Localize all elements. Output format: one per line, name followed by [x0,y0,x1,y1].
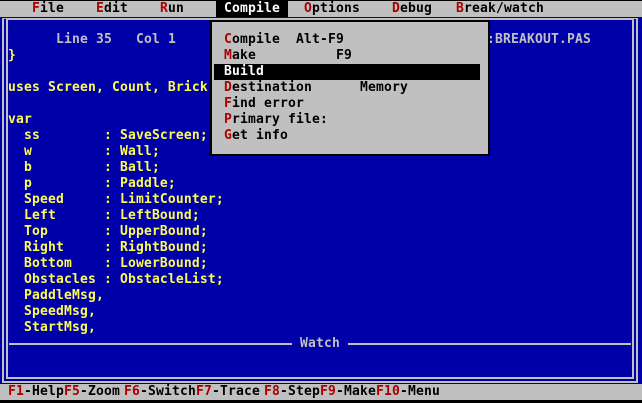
hotkey-letter: B [456,1,464,16]
code-line: Top : UpperBound; [8,224,208,240]
hotkey-letter: O [304,1,312,16]
menu-item-label: Primary file: [224,112,328,127]
separator-line-left [9,343,292,345]
menu-run[interactable]: Run [160,1,184,17]
menu-file[interactable]: File [32,1,64,17]
fkey-action: -Make [336,384,376,399]
menu-item-get-info[interactable]: Get info [212,128,488,144]
turbo-pascal-ide-screen: Line 35 Col 1 :BREAKOUT.PAS }uses Screen… [0,0,642,403]
code-line: p : Paddle; [8,176,176,192]
fkey-key: F5 [64,384,80,399]
code-line: Speed : LimitCounter; [8,192,224,208]
hotkey-letter: B [224,64,232,79]
fkey-action: -Menu [400,384,440,399]
code-line: b : Ball; [8,160,160,176]
code-line: Left : LeftBound; [8,208,200,224]
menu-debug[interactable]: Debug [392,1,432,17]
hotkey-letter: D [392,1,400,16]
menu-item-label: Find error [224,96,304,111]
hotkey-letter: E [96,1,104,16]
fkey-key: F1 [8,384,24,399]
function-key-bar: F1-HelpF5-ZoomF6-SwitchF7-TraceF8-StepF9… [0,384,642,400]
fkey-action: -Help [24,384,64,399]
hotkey-letter: F [32,1,40,16]
hotkey-letter: F [224,96,232,111]
hotkey-letter: C [224,32,232,47]
fkey-f8-step[interactable]: F8-Step [264,384,320,400]
fkey-key: F9 [320,384,336,399]
code-line: Obstacles : ObstacleList; [8,272,224,288]
watch-title: Watch [292,336,348,352]
menu-item-label: Destination [224,80,312,95]
fkey-action: -Trace [212,384,260,399]
code-line: var [8,112,32,128]
fkey-key: F6 [124,384,140,399]
fkey-f9-make[interactable]: F9-Make [320,384,376,400]
code-line: PaddleMsg, [8,288,104,304]
fkey-key: F8 [264,384,280,399]
menu-item-shortcut: Memory [360,80,408,96]
menu-item-make[interactable]: Make F9 [212,48,488,64]
hotkey-letter: M [224,48,232,63]
code-line: } [8,48,16,64]
fkey-action: -Zoom [80,384,120,399]
fkey-action: -Step [280,384,320,399]
compile-dropdown-menu: Compile Alt-F9 Make F9 BuildDestination Memor… [210,20,490,156]
menu-compile[interactable]: Compile [216,1,288,17]
code-line: Bottom : LowerBound; [8,256,208,272]
menu-item-label: Make [224,48,256,63]
hotkey-letter: D [224,80,232,95]
fkey-key: F10 [376,384,400,399]
code-line: ss : SaveScreen; [8,128,208,144]
watch-area [8,352,632,376]
menu-item-primary-file[interactable]: Primary file: [212,112,488,128]
fkey-f7-trace[interactable]: F7-Trace [196,384,260,400]
fkey-f6-switch[interactable]: F6-Switch [124,384,196,400]
code-line: SpeedMsg, [8,304,96,320]
watch-separator: Watch [9,336,631,352]
menu-item-shortcut: Alt-F9 [296,32,344,48]
fkey-f5-zoom[interactable]: F5-Zoom [64,384,120,400]
menu-break-watch[interactable]: Break/watch [456,1,544,17]
menu-item-label: Get info [224,128,288,143]
hotkey-letter: P [224,112,232,127]
hotkey-letter: C [224,1,232,16]
menu-options[interactable]: Options [304,1,360,17]
menu-item-shortcut: F9 [336,48,352,64]
code-line: w : Wall; [8,144,160,160]
hotkey-letter: G [224,128,232,143]
menu-item-find-error[interactable]: Find error [212,96,488,112]
menu-item-compile[interactable]: Compile Alt-F9 [212,32,488,48]
hotkey-letter: R [160,1,168,16]
code-line: uses Screen, Count, Brick [8,80,208,96]
fkey-key: F7 [196,384,212,399]
code-line: StartMsg, [8,320,96,336]
code-line: Right : RightBound; [8,240,208,256]
menu-item-destination[interactable]: Destination Memory [212,80,488,96]
menu-bar: File Edit Run Compile Options Debug Break/watc… [0,1,642,17]
menu-item-label: Build [224,64,264,79]
menu-item-build[interactable]: Build [214,64,480,80]
separator-line-right [348,343,631,345]
fkey-f1-help[interactable]: F1-Help [8,384,64,400]
menu-edit[interactable]: Edit [96,1,128,17]
fkey-f10-menu[interactable]: F10-Menu [376,384,440,400]
menu-item-label: Compile [224,32,280,47]
fkey-action: -Switch [140,384,196,399]
